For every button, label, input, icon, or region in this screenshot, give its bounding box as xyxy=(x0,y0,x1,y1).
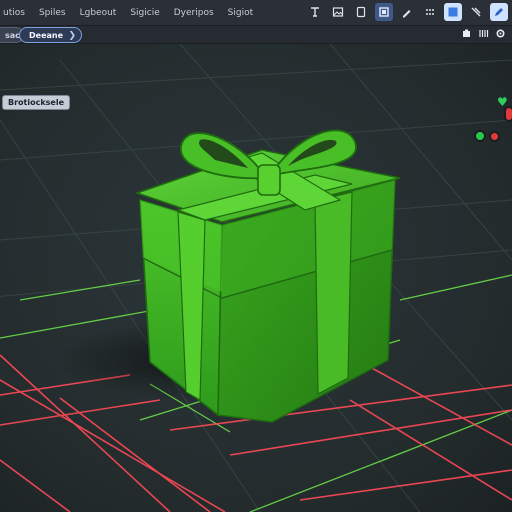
select-box-icon[interactable] xyxy=(375,3,393,21)
scene-canvas xyxy=(0,44,512,512)
gizmo-axis-x[interactable] xyxy=(504,106,512,122)
puzzle-icon[interactable] xyxy=(461,28,472,42)
grid-dots-icon[interactable] xyxy=(421,3,439,21)
tab-active-label: Deeane xyxy=(29,31,64,40)
menu-item-3[interactable]: Sigicie xyxy=(123,0,166,26)
tab-bar: sac Deeane ❯ xyxy=(0,26,512,44)
tab-bar-tools xyxy=(461,28,506,42)
settings-icon[interactable] xyxy=(495,28,506,42)
menu-bar: utios Spiles Lgbeout Sigicie Dyeripos Si… xyxy=(0,0,512,26)
pencil-icon[interactable] xyxy=(490,3,508,21)
panel-icon[interactable] xyxy=(444,3,462,21)
frame-icon[interactable] xyxy=(352,3,370,21)
toolbar xyxy=(306,3,508,21)
object-name-label[interactable]: Brotiocksele xyxy=(2,95,71,110)
menu-item-2[interactable]: Lgbeout xyxy=(73,0,124,26)
menu-item-4[interactable]: Dyeripos xyxy=(167,0,221,26)
menu-item-5[interactable]: Sigiot xyxy=(221,0,260,26)
bars-icon[interactable] xyxy=(478,28,489,42)
menu-item-0[interactable]: utios xyxy=(0,0,32,26)
chevron-right-icon: ❯ xyxy=(68,31,77,41)
gizmo-axis-y[interactable] xyxy=(474,130,486,142)
gift-box xyxy=(134,129,401,423)
menu-item-1[interactable]: Spiles xyxy=(32,0,73,26)
pen-icon[interactable] xyxy=(398,3,416,21)
tools-icon[interactable] xyxy=(467,3,485,21)
gizmo-axis-z[interactable] xyxy=(489,131,500,142)
image-icon[interactable] xyxy=(329,3,347,21)
editor-window: utios Spiles Lgbeout Sigicie Dyeripos Si… xyxy=(0,0,512,512)
tab-active[interactable]: Deeane ❯ xyxy=(19,27,83,43)
scene-viewport[interactable]: Brotiocksele ♥ xyxy=(0,44,512,512)
text-cursor-icon[interactable] xyxy=(306,3,324,21)
